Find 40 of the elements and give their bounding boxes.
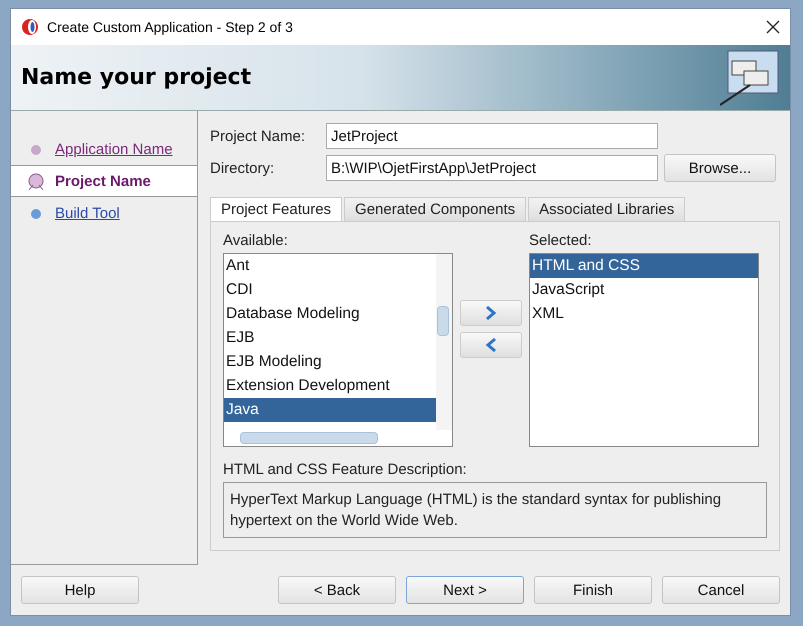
list-item[interactable]: Ant: [224, 254, 436, 278]
window-title: Create Custom Application - Step 2 of 3: [47, 19, 294, 35]
page-title: Name your project: [21, 65, 252, 90]
list-item[interactable]: EJB Modeling: [224, 350, 436, 374]
list-item[interactable]: JavaScript: [530, 278, 758, 302]
windows-icon: [720, 48, 780, 106]
description-label: HTML and CSS Feature Description:: [223, 461, 468, 478]
tab[interactable]: Project Features: [210, 197, 342, 221]
list-item[interactable]: HTML and CSS: [530, 254, 758, 278]
dialog-button[interactable]: Next >: [406, 576, 524, 604]
step-link[interactable]: Build Tool: [55, 204, 120, 222]
dialog-button[interactable]: Help: [21, 576, 139, 604]
dialog-button[interactable]: < Back: [278, 576, 396, 604]
horizontal-scrollbar[interactable]: [240, 432, 378, 444]
chevron-right-icon: [485, 306, 497, 320]
list-item[interactable]: CDI: [224, 278, 436, 302]
browse-button[interactable]: Browse...: [664, 154, 776, 182]
project-name-field[interactable]: JetProject: [326, 123, 658, 149]
dialog-button[interactable]: Finish: [534, 576, 652, 604]
list-label: Selected:: [529, 232, 593, 249]
vertical-scrollbar[interactable]: [436, 254, 452, 430]
directory-field[interactable]: B:\WIP\OjetFirstApp\JetProject: [326, 155, 658, 181]
tab[interactable]: Generated Components: [344, 197, 526, 221]
description-text: HyperText Markup Language (HTML) is the standard syntax for publishing hypertext on the World Wide Web.: [223, 482, 767, 538]
close-icon[interactable]: [766, 20, 780, 34]
field-label: Project Name:: [210, 128, 306, 144]
tab[interactable]: Associated Libraries: [528, 197, 686, 221]
list-item[interactable]: Database Modeling: [224, 302, 436, 326]
list-item[interactable]: Java: [224, 398, 436, 422]
add-button[interactable]: [460, 300, 522, 326]
chevron-left-icon: [485, 338, 497, 352]
list-label: Available:: [223, 232, 289, 249]
list-item[interactable]: EJB: [224, 326, 436, 350]
step-link[interactable]: Application Name: [55, 140, 173, 158]
dialog-button[interactable]: Cancel: [662, 576, 780, 604]
list-item[interactable]: XML: [530, 302, 758, 326]
list-item[interactable]: Extension Development: [224, 374, 436, 398]
app-logo-icon: [21, 18, 39, 36]
remove-button[interactable]: [460, 332, 522, 358]
field-label: Directory:: [210, 160, 276, 176]
